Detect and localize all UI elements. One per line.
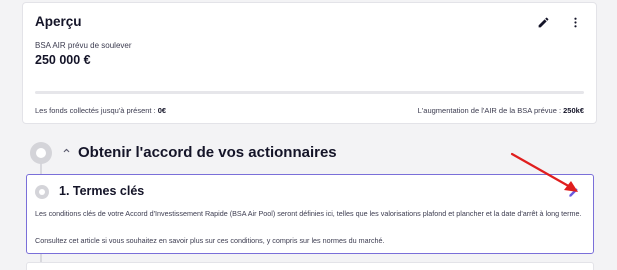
funds-collected-value: 0€ <box>157 106 167 115</box>
step-title: 1. Termes clés <box>59 184 145 198</box>
red-arrow-annotation <box>510 152 578 192</box>
air-increase: L'augmentation de l'AIR de la BSA prévue… <box>418 106 584 115</box>
step-description: Les conditions clés de votre Accord d'In… <box>35 209 582 218</box>
overview-card: Aperçu BSA AIR prévu de soulever 250 000… <box>22 2 597 124</box>
raise-target-label: BSA AIR prévu de soulever <box>35 41 132 50</box>
more-vertical-icon[interactable] <box>566 13 584 31</box>
step-status-node <box>35 185 49 199</box>
section-status-node <box>30 142 52 164</box>
step-note: Consultez cet article si vous souhaitez … <box>35 236 385 245</box>
funds-collected-label: Les fonds collectés jusqu'à présent : <box>35 106 158 115</box>
funds-progress-bar <box>35 91 584 94</box>
funds-collected: Les fonds collectés jusqu'à présent : 0€ <box>35 106 166 115</box>
overview-actions <box>534 13 584 31</box>
pencil-icon[interactable] <box>534 13 552 31</box>
overview-title: Aperçu <box>35 14 82 29</box>
air-increase-label: L'augmentation de l'AIR de la BSA prévue… <box>417 106 564 115</box>
air-increase-value: 250k€ <box>563 106 584 115</box>
next-step-card[interactable] <box>26 262 594 270</box>
section-title[interactable]: Obtenir l'accord de vos actionnaires <box>78 144 337 161</box>
chevron-up-icon[interactable] <box>62 146 71 158</box>
raise-target-value: 250 000 € <box>35 53 91 67</box>
